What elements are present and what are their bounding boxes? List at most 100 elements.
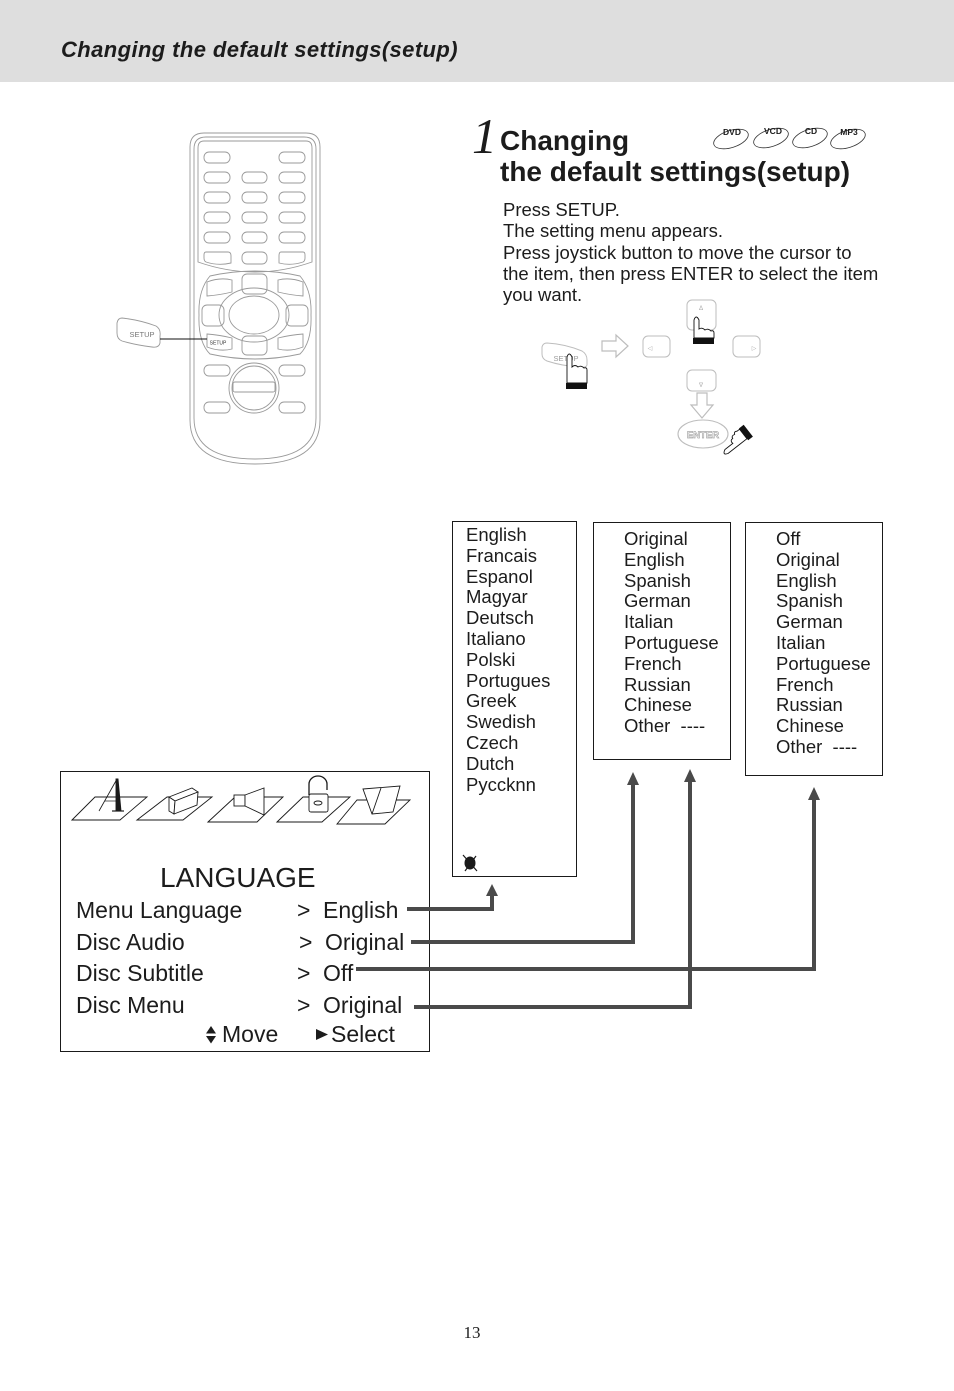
osd-row-label: Disc Subtitle bbox=[76, 960, 204, 987]
option-item: Espanol bbox=[466, 565, 533, 587]
remote-number-buttons bbox=[203, 151, 306, 265]
joystick-right-key: ▷ bbox=[732, 335, 761, 358]
pointing-hand-icon bbox=[693, 316, 715, 344]
osd-row-disc-menu: Disc Menu > Original bbox=[0, 990, 954, 1022]
option-item: Deutsch bbox=[466, 607, 534, 629]
osd-row-arrow: > bbox=[297, 897, 311, 923]
disc-badge-label: DVD bbox=[723, 127, 741, 137]
osd-row-value: Original bbox=[323, 991, 403, 1018]
option-item: German bbox=[624, 590, 691, 612]
disc-audio-options-box: Original English Spanish German Italian Portu… bbox=[593, 522, 731, 760]
osd-row-arrow: > bbox=[297, 960, 311, 987]
osd-row-menu-language: Menu Language > English bbox=[0, 895, 954, 927]
move-hint-label: Move bbox=[222, 1021, 279, 1047]
step-title-line-1: Changing bbox=[500, 125, 630, 156]
instruction-line: the item, then press ENTER to select the… bbox=[503, 262, 879, 284]
option-item: Portuguese bbox=[624, 631, 719, 653]
option-item: Portugues bbox=[466, 669, 551, 691]
setup-key: SETUP bbox=[541, 342, 588, 368]
osd-row-label: Disc Audio bbox=[76, 928, 185, 955]
disc-badge-vcd: VCD bbox=[753, 126, 789, 149]
osd-row-disc-audio: Disc Audio > Original bbox=[0, 927, 954, 959]
option-item: Russian bbox=[776, 694, 843, 716]
pointing-hand-icon bbox=[566, 353, 588, 389]
disc-badge-dvd: DVD bbox=[713, 127, 749, 150]
step-title-line-2: the default settings(setup) bbox=[500, 156, 851, 187]
setup-callout: SETUP bbox=[116, 317, 207, 348]
option-item: German bbox=[776, 611, 843, 633]
enter-key: ENTER bbox=[677, 419, 729, 449]
option-item: Swedish bbox=[466, 711, 536, 733]
disc-badge-label: MP3 bbox=[840, 127, 858, 137]
joystick-left-key: ◁ bbox=[642, 335, 671, 358]
osd-row-disc-subtitle: Disc Subtitle > Off bbox=[0, 958, 954, 990]
page-section-title: Changing the default settings(setup) bbox=[61, 37, 458, 62]
option-item: English bbox=[466, 524, 527, 545]
option-item: Spanish bbox=[624, 569, 691, 591]
step-number: 1 bbox=[472, 108, 497, 164]
left-glyph: ◁ bbox=[648, 345, 653, 352]
disc-badge-label: VCD bbox=[764, 126, 782, 136]
option-item: Pyccknn bbox=[466, 773, 536, 795]
osd-row-value: Off bbox=[323, 960, 354, 987]
option-item: Chinese bbox=[624, 694, 692, 716]
instruction-line: Press joystick button to move the cursor… bbox=[503, 241, 852, 263]
setup-key-label: SETUP bbox=[553, 354, 578, 363]
disc-subtitle-options-box: Off Original English Spanish German Italian Po… bbox=[745, 522, 883, 776]
option-item: Italian bbox=[776, 631, 826, 653]
instruction-line: The setting menu appears. bbox=[503, 220, 724, 242]
right-triangle-icon bbox=[316, 1029, 328, 1040]
up-glyph: Δ bbox=[699, 305, 704, 312]
option-item: Polski bbox=[466, 648, 516, 670]
joystick-operation-diagram: SETUP ◁ Δ ▷ ∇ ENTER bbox=[541, 299, 761, 455]
option-item: English bbox=[624, 548, 685, 570]
down-glyph: ∇ bbox=[698, 382, 704, 389]
osd-title: LANGUAGE bbox=[160, 862, 316, 893]
hollow-down-arrow-icon bbox=[689, 392, 715, 419]
option-item: Original bbox=[776, 548, 840, 570]
option-item: Czech bbox=[466, 731, 519, 753]
option-item: Russian bbox=[624, 673, 691, 695]
disc-badge-cd: CD bbox=[792, 126, 828, 149]
option-item: Francais bbox=[466, 544, 537, 566]
remote-lower-buttons bbox=[203, 362, 306, 414]
pointing-hand-icon bbox=[723, 424, 753, 455]
select-hint-label: Select bbox=[331, 1021, 395, 1047]
option-item: Other ---- bbox=[624, 715, 706, 737]
option-item: French bbox=[776, 673, 834, 695]
osd-row-arrow: > bbox=[297, 991, 311, 1018]
up-down-arrows-icon bbox=[206, 1026, 216, 1044]
page-number: 13 bbox=[463, 1323, 481, 1342]
disc-badge-mp3: MP3 bbox=[830, 127, 866, 150]
osd-row-value: Original bbox=[325, 928, 405, 955]
option-item: Magyar bbox=[466, 586, 528, 608]
option-item: Italiano bbox=[466, 627, 526, 649]
osd-row-label: Disc Menu bbox=[76, 991, 185, 1018]
setup-callout-label: SETUP bbox=[129, 330, 154, 339]
osd-row-arrow: > bbox=[299, 928, 313, 955]
instructions: Press SETUP. The setting menu appears. P… bbox=[503, 199, 878, 305]
joystick-down-key: ∇ bbox=[686, 369, 717, 392]
disc-badge-label: CD bbox=[805, 126, 817, 136]
instruction-line: Press SETUP. bbox=[503, 199, 620, 220]
instruction-line: you want. bbox=[503, 284, 583, 306]
option-item: Chinese bbox=[776, 715, 844, 737]
option-item: English bbox=[776, 569, 837, 591]
option-item: Italian bbox=[624, 611, 674, 633]
option-item: Portuguese bbox=[776, 652, 871, 674]
option-item: French bbox=[624, 652, 682, 674]
osd-row-value: English bbox=[323, 897, 399, 923]
remote-joystick-pad: SETUP bbox=[198, 270, 312, 360]
hollow-right-arrow-icon bbox=[601, 333, 629, 359]
option-item: Spanish bbox=[776, 590, 843, 612]
remote-control-illustration: SETUP SETUP bbox=[116, 132, 321, 465]
osd-row-label: Menu Language bbox=[76, 897, 243, 923]
osd-footer: Move Select bbox=[0, 1019, 954, 1050]
right-glyph: ▷ bbox=[752, 345, 757, 352]
remote-setup-key-label: SETUP bbox=[210, 341, 227, 347]
option-item: Other ---- bbox=[776, 735, 858, 757]
enter-key-label: ENTER bbox=[687, 430, 719, 441]
menu-language-options-box: English Francais Espanol Magyar Deutsch Itali… bbox=[452, 521, 577, 877]
option-item: Dutch bbox=[466, 752, 515, 774]
option-item: Off bbox=[776, 528, 801, 549]
